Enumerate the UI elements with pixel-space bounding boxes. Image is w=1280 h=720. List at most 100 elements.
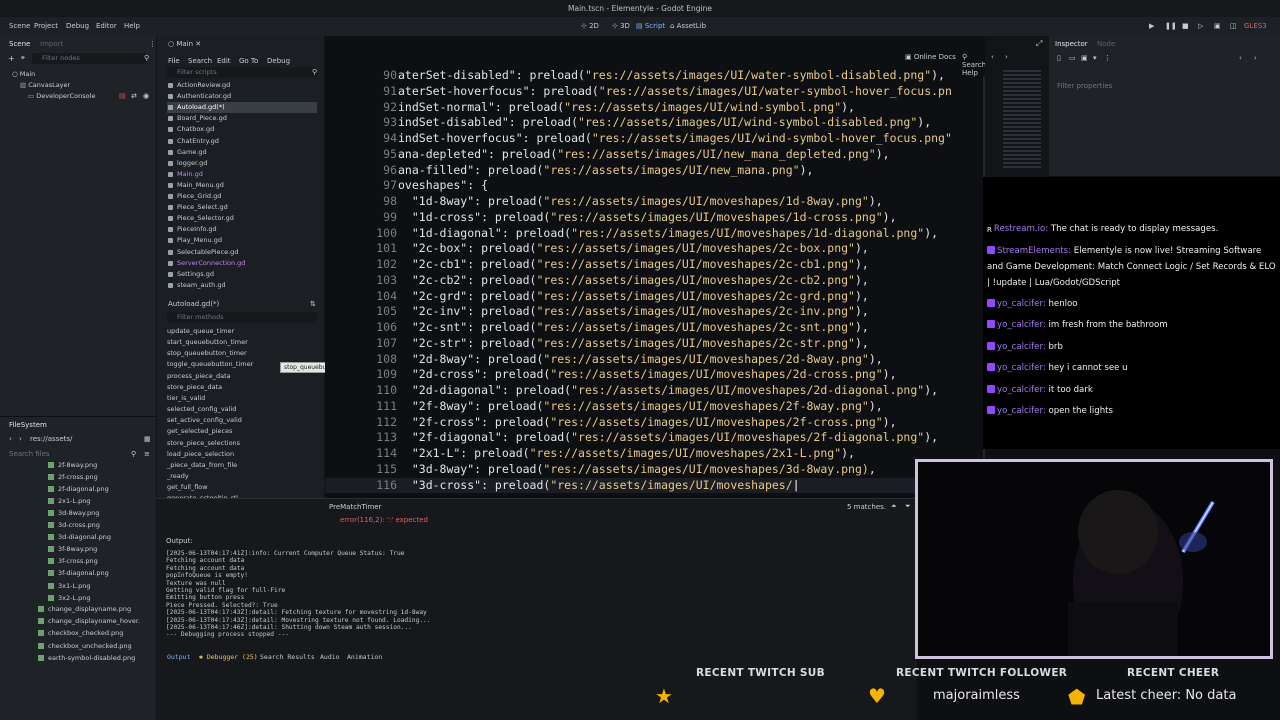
- script-list-item[interactable]: Piece_Select.gd: [167, 202, 317, 213]
- script-list-item[interactable]: Piece_Grid.gd: [167, 191, 317, 202]
- script-list-item[interactable]: steam_auth.gd: [167, 280, 317, 291]
- code-line[interactable]: 108 "2d-8way": preload("res://assets/ima…: [325, 352, 980, 368]
- file-list-item[interactable]: change_displayname.png: [38, 605, 131, 613]
- file-list-item[interactable]: 3f-diagonal.png: [48, 569, 109, 577]
- code-editor[interactable]: ▣ Online Docs ⚲ Search Help 90 aterSet-di…: [325, 36, 985, 498]
- method-list-item[interactable]: start_queuebutton_timer: [167, 338, 248, 346]
- script-list-item[interactable]: Authenticator.gd: [167, 91, 317, 102]
- method-list-item[interactable]: toggle_queuebutton_timer: [167, 360, 253, 368]
- script-list-item[interactable]: ChatEntry.gd: [167, 136, 317, 147]
- menu-editor[interactable]: Editor: [96, 22, 117, 30]
- code-line[interactable]: 99 "1d-cross": preload("res://assets/ima…: [325, 210, 980, 226]
- code-line[interactable]: 115 "3d-8way": preload("res://assets/ima…: [325, 462, 980, 478]
- pause-icon[interactable]: ❚❚: [1165, 22, 1177, 30]
- menu-file[interactable]: File: [168, 57, 180, 65]
- split-mode-icon[interactable]: ▦: [144, 435, 151, 443]
- method-list-item[interactable]: update_queue_timer: [167, 327, 234, 335]
- search-files-input[interactable]: Search files: [9, 450, 50, 458]
- workspace-assetlib-tab[interactable]: ⌂ AssetLib: [670, 22, 706, 30]
- script-list-item[interactable]: Chatbox.gd: [167, 124, 317, 135]
- tab-animation[interactable]: Animation: [347, 653, 382, 661]
- tab-scene[interactable]: Scene: [9, 40, 30, 48]
- stop-icon[interactable]: ■: [1182, 22, 1189, 30]
- menu-help[interactable]: Help: [124, 22, 140, 30]
- file-list-item[interactable]: 3f-8way.png: [48, 545, 97, 553]
- workspace-2d-tab[interactable]: ⊹ 2D: [581, 22, 599, 30]
- script-list-item[interactable]: PieceInfo.gd: [167, 224, 317, 235]
- tree-node-developerconsole[interactable]: ▭ DeveloperConsole: [28, 92, 95, 100]
- file-list-item[interactable]: change_displayname_hover.: [38, 617, 140, 625]
- script-list-item[interactable]: ServerConnection.gd: [167, 258, 317, 269]
- file-list-item[interactable]: checkbox_checked.png: [38, 629, 123, 637]
- workspace-3d-tab[interactable]: ⊹ 3D: [612, 22, 630, 30]
- prev-script-icon[interactable]: ‹: [991, 53, 994, 61]
- code-line[interactable]: 91 aterSet-hoverfocus": preload("res://as…: [325, 84, 980, 100]
- sort-icon[interactable]: ⇅: [310, 300, 316, 308]
- file-list-item[interactable]: earth-symbol-disabled.png: [38, 654, 135, 662]
- menu-search[interactable]: Search: [188, 57, 212, 65]
- script-list-item[interactable]: Autoload.gd(*): [167, 102, 317, 114]
- save-resource-icon[interactable]: ▣: [1081, 54, 1088, 62]
- tab-node[interactable]: Node: [1097, 40, 1115, 48]
- file-list-item[interactable]: 2f-diagonal.png: [48, 485, 109, 493]
- file-list-item[interactable]: 3x1-L.png: [48, 582, 91, 590]
- online-docs-button[interactable]: ▣ Online Docs: [905, 53, 956, 61]
- error-message[interactable]: error(116,2): ':' expected: [340, 516, 428, 524]
- file-list-item[interactable]: 3d-8way.png: [48, 509, 99, 517]
- filter-methods-input[interactable]: Filter methods: [167, 312, 317, 323]
- method-list-item[interactable]: store_piece_data: [167, 383, 222, 391]
- tab-inspector[interactable]: Inspector: [1055, 40, 1088, 48]
- file-list-item[interactable]: 2x1-L.png: [48, 497, 91, 505]
- renderer-label[interactable]: GLES3: [1244, 22, 1267, 30]
- file-list-item[interactable]: 2f-cross.png: [48, 473, 98, 481]
- script-list-item[interactable]: logger.gd: [167, 158, 317, 169]
- forward-icon[interactable]: ›: [1254, 54, 1257, 62]
- code-line[interactable]: 109 "2d-cross": preload("res://assets/im…: [325, 367, 980, 383]
- filter-properties-input[interactable]: Filter properties: [1057, 82, 1112, 90]
- tab-output[interactable]: Output: [167, 653, 190, 661]
- code-line[interactable]: 93 indSet-disabled": preload("res://asset…: [325, 115, 980, 131]
- file-list-item[interactable]: 3f-cross.png: [48, 557, 98, 565]
- tree-node-main[interactable]: ○ Main: [12, 70, 35, 78]
- menu-goto[interactable]: Go To: [239, 57, 258, 65]
- menu-debug[interactable]: Debug: [66, 22, 89, 30]
- play-icon[interactable]: ▶: [1149, 22, 1154, 30]
- tab-import[interactable]: Import: [40, 40, 63, 48]
- script-list-item[interactable]: Play_Menu.gd: [167, 235, 317, 246]
- menu-project[interactable]: Project: [34, 22, 58, 30]
- method-list-item[interactable]: _piece_data_from_file: [167, 461, 237, 469]
- method-list-item[interactable]: load_piece_selection: [167, 450, 234, 458]
- code-line[interactable]: 95 ana-depleted": preload("res://assets/i…: [325, 147, 980, 163]
- method-list-item[interactable]: get_selected_pieces: [167, 427, 233, 435]
- code-line[interactable]: 103 "2c-cb2": preload("res://assets/imag…: [325, 273, 980, 289]
- method-list-item[interactable]: get_full_flow: [167, 483, 208, 491]
- filter-nodes-input[interactable]: Filter nodes: [32, 53, 147, 64]
- code-line[interactable]: 92 indSet-normal": preload("res://assets/…: [325, 100, 980, 116]
- code-line[interactable]: 102 "2c-cb1": preload("res://assets/imag…: [325, 257, 980, 273]
- file-list-item[interactable]: checkbox_unchecked.png: [38, 642, 132, 650]
- method-list-item[interactable]: set_active_config_valid: [167, 416, 242, 424]
- history-icon[interactable]: ⋮: [1104, 54, 1111, 62]
- prev-match-icon[interactable]: ⏶: [891, 502, 897, 511]
- script-icon[interactable]: ▤: [119, 92, 126, 100]
- signal-icon[interactable]: ⇄: [131, 92, 137, 100]
- file-list-item[interactable]: 2f-8way.png: [48, 461, 97, 469]
- script-list-item[interactable]: Main_Menu.gd: [167, 180, 317, 191]
- script-list-item[interactable]: SelectablePiece.gd: [167, 247, 317, 258]
- method-list-item[interactable]: store_piece_selections: [167, 439, 240, 447]
- file-list-item[interactable]: 3d-diagonal.png: [48, 533, 111, 541]
- method-list-item[interactable]: stop_queuebutton_timer: [167, 349, 247, 357]
- code-line[interactable]: 111 "2f-8way": preload("res://assets/ima…: [325, 399, 980, 415]
- menu-scene[interactable]: Scene: [9, 22, 30, 30]
- script-list-item[interactable]: Board_Piece.gd: [167, 113, 317, 124]
- tab-search-results[interactable]: Search Results: [260, 653, 315, 661]
- sort-icon[interactable]: ≡: [144, 450, 150, 458]
- code-line[interactable]: 101 "2c-box": preload("res://assets/imag…: [325, 241, 980, 257]
- code-line[interactable]: 97 oveshapes": {: [325, 178, 980, 194]
- code-line[interactable]: 105 "2c-inv": preload("res://assets/imag…: [325, 304, 980, 320]
- filter-scripts-input[interactable]: Filter scripts: [167, 67, 317, 78]
- code-line[interactable]: 98 "1d-8way": preload("res://assets/imag…: [325, 194, 980, 210]
- code-line[interactable]: 94 indSet-hoverfocus": preload("res://ass…: [325, 131, 980, 147]
- workspace-script-tab[interactable]: ▤ Script: [636, 22, 665, 30]
- file-list-item[interactable]: 3d-cross.png: [48, 521, 100, 529]
